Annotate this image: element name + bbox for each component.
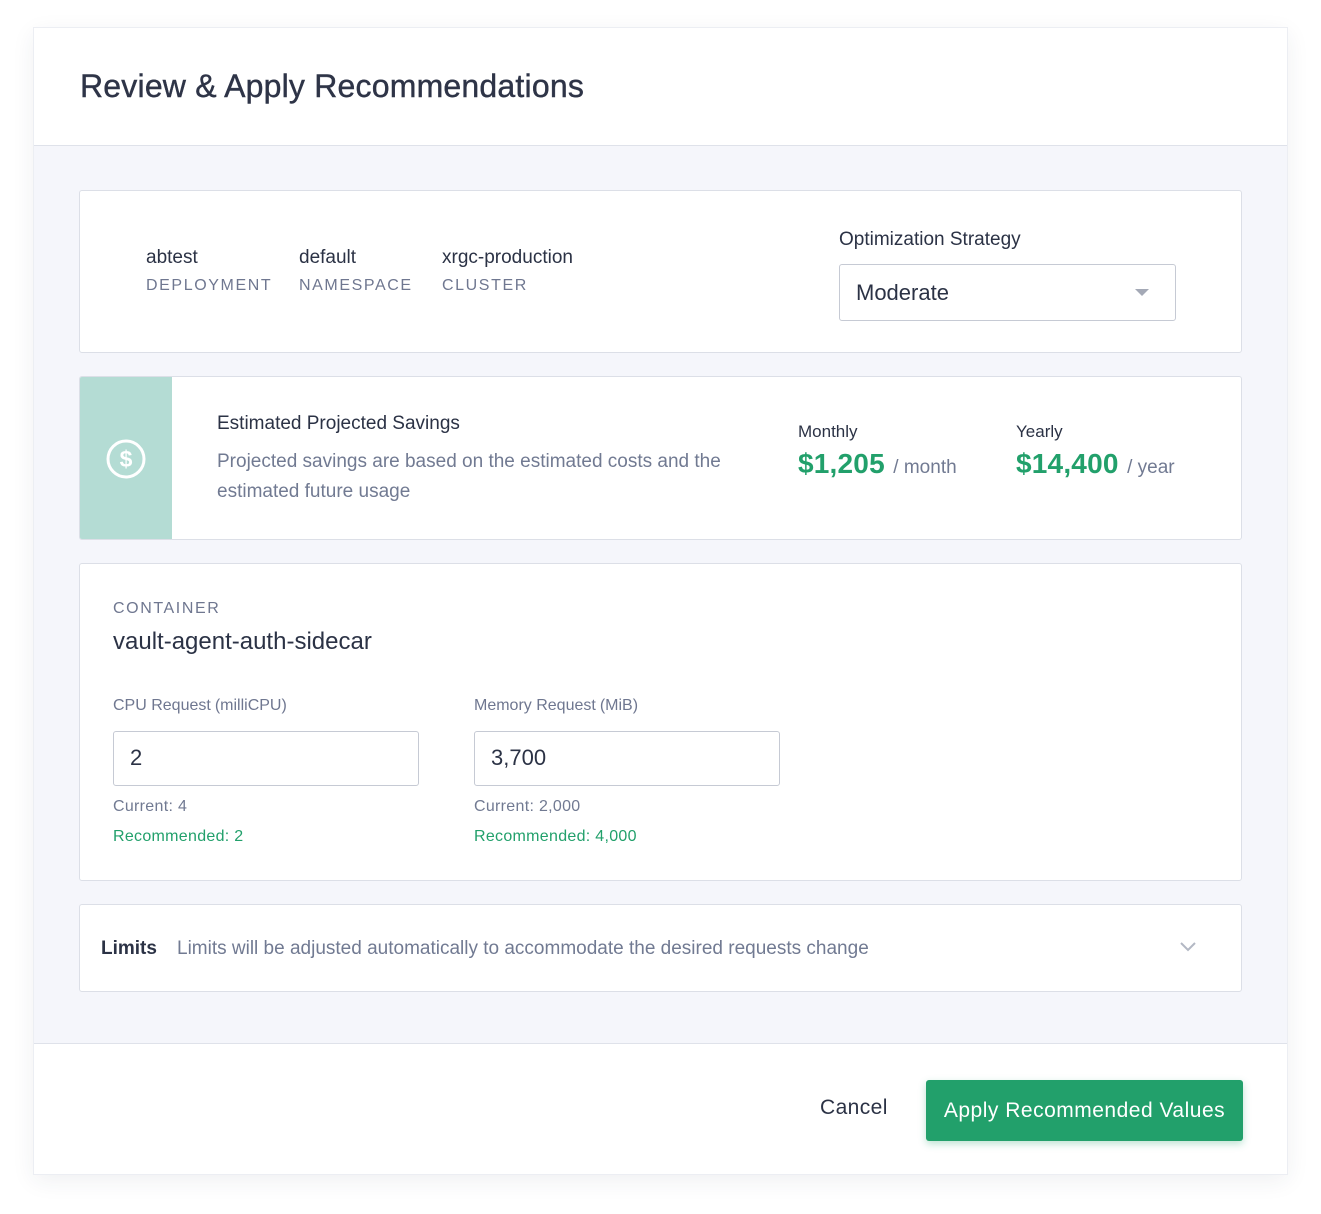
container-card: CONTAINER vault-agent-auth-sidecar CPU R… <box>79 563 1242 881</box>
memory-request-label-text: Memory Request <box>474 697 596 714</box>
monthly-savings: Monthly $1,205 / month <box>798 422 957 480</box>
cpu-current-value: Current: 4 <box>113 798 188 815</box>
savings-card: $ Estimated Projected Savings Projected … <box>79 376 1242 540</box>
svg-text:$: $ <box>120 446 133 472</box>
cluster-label: CLUSTER <box>442 277 528 294</box>
deployment-info: abtest DEPLOYMENT <box>146 247 272 295</box>
memory-current-value: Current: 2,000 <box>474 798 581 815</box>
monthly-amount: $1,205 <box>798 448 885 479</box>
apply-recommended-values-button[interactable]: Apply Recommended Values <box>926 1080 1243 1141</box>
container-label: CONTAINER <box>113 600 221 617</box>
cluster-info: xrgc-production CLUSTER <box>442 247 573 295</box>
dialog-body: abtest DEPLOYMENT default NAMESPACE xrgc… <box>34 146 1287 1043</box>
savings-description: Projected savings are based on the estim… <box>217 451 721 502</box>
memory-recommended-value: Recommended: 4,000 <box>474 828 637 845</box>
dialog-title: Review & Apply Recommendations <box>80 68 585 104</box>
chevron-down-icon[interactable] <box>1179 941 1197 953</box>
namespace-info: default NAMESPACE <box>299 247 413 295</box>
memory-request-field: Memory Request (MiB) 3,700 Current: 2,000… <box>474 697 780 846</box>
caret-down-icon <box>1135 289 1149 296</box>
monthly-unit: / month <box>893 457 957 478</box>
cpu-recommended-value: Recommended: 2 <box>113 828 244 845</box>
monthly-label: Monthly <box>798 422 858 441</box>
cpu-request-input[interactable]: 2 <box>113 731 419 786</box>
limits-title: Limits <box>101 938 157 959</box>
savings-title: Estimated Projected Savings <box>217 413 460 434</box>
dialog-footer: Cancel Apply Recommended Values <box>34 1043 1287 1174</box>
dollar-circle-icon: $ <box>106 439 146 479</box>
dialog-header: Review & Apply Recommendations <box>34 28 1287 146</box>
cluster-value: xrgc-production <box>442 247 573 268</box>
cpu-request-label-text: CPU Request <box>113 697 211 714</box>
yearly-unit: / year <box>1127 457 1175 478</box>
memory-request-input[interactable]: 3,700 <box>474 731 780 786</box>
cancel-button[interactable]: Cancel <box>820 1096 888 1120</box>
cpu-request-label: CPU Request (milliCPU) <box>113 697 419 715</box>
cpu-request-unit: (milliCPU) <box>214 697 287 714</box>
savings-icon-panel: $ <box>80 377 172 539</box>
optimization-strategy-select[interactable]: Moderate <box>839 264 1176 321</box>
yearly-savings: Yearly $14,400 / year <box>1016 422 1175 480</box>
workload-card: abtest DEPLOYMENT default NAMESPACE xrgc… <box>79 190 1242 353</box>
container-name: vault-agent-auth-sidecar <box>113 628 372 655</box>
memory-request-unit: (MiB) <box>599 697 639 714</box>
namespace-label: NAMESPACE <box>299 277 413 294</box>
memory-request-label: Memory Request (MiB) <box>474 697 780 715</box>
deployment-label: DEPLOYMENT <box>146 277 273 294</box>
yearly-amount: $14,400 <box>1016 448 1119 479</box>
deployment-value: abtest <box>146 247 198 268</box>
yearly-label: Yearly <box>1016 422 1063 441</box>
optimization-strategy-value: Moderate <box>856 280 949 305</box>
review-apply-dialog: Review & Apply Recommendations abtest DE… <box>34 28 1287 1174</box>
cpu-request-field: CPU Request (milliCPU) 2 Current: 4 Recom… <box>113 697 419 846</box>
limits-accordion[interactable]: Limits Limits will be adjusted automatic… <box>79 904 1242 992</box>
optimization-strategy-label: Optimization Strategy <box>839 229 1021 250</box>
namespace-value: default <box>299 247 357 268</box>
limits-description: Limits will be adjusted automatically to… <box>177 938 869 959</box>
